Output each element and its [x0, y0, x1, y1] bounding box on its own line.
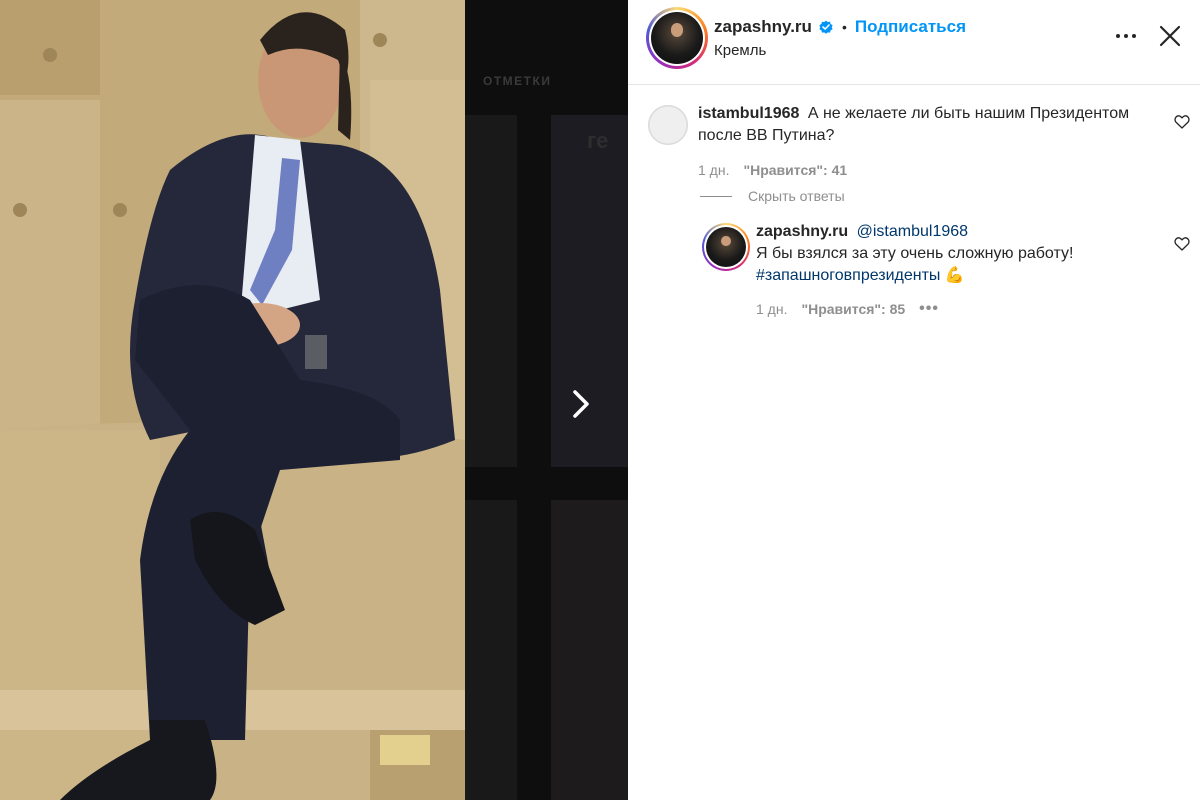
- chevron-right-icon: [573, 390, 589, 418]
- author-username[interactable]: zapashny.ru: [714, 17, 812, 37]
- comment-item: istambul1968 А не желаете ли быть нашим …: [648, 105, 1129, 181]
- reply-text: Я бы взялся за эту очень сложную работу!: [756, 245, 1074, 262]
- comment-age[interactable]: 1 дн.: [698, 159, 729, 181]
- post-photo-illustration: [0, 0, 465, 800]
- hide-replies-label: Скрыть ответы: [748, 188, 845, 204]
- heart-outline-icon[interactable]: [1174, 236, 1190, 252]
- author-avatar[interactable]: [646, 7, 708, 69]
- grid-tile: [465, 115, 517, 467]
- post-location[interactable]: Кремль: [714, 42, 766, 59]
- reply-author-avatar[interactable]: [702, 223, 750, 271]
- post-header: zapashny.ru • Подписаться Кремль: [628, 0, 1200, 85]
- heart-outline-icon[interactable]: [1174, 114, 1190, 130]
- reply-likes[interactable]: "Нравится": 85: [801, 298, 905, 320]
- default-avatar-icon: [648, 105, 688, 145]
- divider-line: [700, 195, 732, 197]
- grid-tile-text: ге: [587, 128, 609, 153]
- close-button[interactable]: [1158, 24, 1182, 48]
- comments-panel: zapashny.ru • Подписаться Кремль istambu…: [628, 0, 1200, 800]
- follow-button[interactable]: Подписаться: [855, 17, 966, 37]
- avatar-image: [651, 12, 703, 64]
- hide-replies-toggle[interactable]: Скрыть ответы: [700, 188, 845, 204]
- grid-tile: [551, 500, 628, 800]
- comment-text-continued: после ВВ Путина?: [698, 127, 835, 144]
- commenter-avatar[interactable]: [648, 105, 688, 145]
- tagged-tab: ОТМЕТКИ: [483, 74, 552, 88]
- grid-tile: [465, 500, 517, 800]
- reply-mention[interactable]: @istambul1968: [857, 223, 968, 240]
- reply-options-button[interactable]: •••: [919, 301, 939, 317]
- comment-likes[interactable]: "Нравится": 41: [743, 159, 847, 181]
- verified-badge-icon: [819, 20, 833, 34]
- reply-item: zapashny.ru @istambul1968 Я бы взялся за…: [702, 223, 1073, 320]
- next-post-button[interactable]: [565, 384, 597, 424]
- avatar-image: [706, 227, 746, 267]
- reply-age[interactable]: 1 дн.: [756, 298, 787, 320]
- more-horizontal-icon: [1116, 34, 1136, 38]
- reply-emoji: 💪: [944, 267, 965, 284]
- close-icon: [1159, 25, 1181, 47]
- comment-username[interactable]: istambul1968: [698, 105, 799, 122]
- more-options-button[interactable]: [1114, 24, 1138, 48]
- separator-dot: •: [841, 19, 847, 35]
- profile-grid-backdrop: ОТМЕТКИ ге: [465, 0, 628, 800]
- comment-text: А не желаете ли быть нашим Президентом: [807, 105, 1130, 122]
- reply-hashtag[interactable]: #запашноговпрезиденты: [756, 267, 940, 284]
- reply-username[interactable]: zapashny.ru: [756, 223, 848, 240]
- post-photo: [0, 0, 465, 800]
